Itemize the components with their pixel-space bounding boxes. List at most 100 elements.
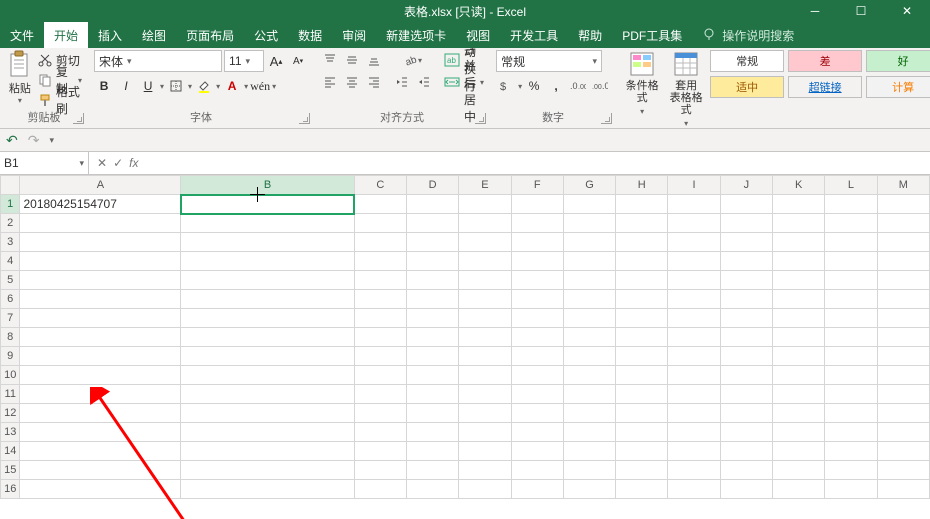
tab-数据[interactable]: 数据 <box>288 22 332 48</box>
accounting-icon[interactable]: $ <box>496 76 516 96</box>
cell-G13[interactable] <box>563 423 615 442</box>
cell-K8[interactable] <box>772 328 824 347</box>
cell-A2[interactable] <box>20 214 181 233</box>
cell-L4[interactable] <box>825 252 877 271</box>
col-header-J[interactable]: J <box>720 176 772 195</box>
tab-帮助[interactable]: 帮助 <box>568 22 612 48</box>
cell-J1[interactable] <box>720 195 772 214</box>
increase-decimal-icon[interactable]: .0.00 <box>568 76 588 96</box>
increase-indent-icon[interactable] <box>414 72 434 92</box>
cell-F13[interactable] <box>511 423 563 442</box>
col-header-H[interactable]: H <box>616 176 668 195</box>
cell-K5[interactable] <box>772 271 824 290</box>
cell-B14[interactable] <box>181 442 354 461</box>
cell-A9[interactable] <box>20 347 181 366</box>
cell-M14[interactable] <box>877 442 929 461</box>
cell-H11[interactable] <box>616 385 668 404</box>
cell-F12[interactable] <box>511 404 563 423</box>
row-header-11[interactable]: 11 <box>1 385 20 404</box>
col-header-L[interactable]: L <box>825 176 877 195</box>
undo-icon[interactable]: ↶ <box>6 132 18 149</box>
cell-A11[interactable] <box>20 385 181 404</box>
row-header-8[interactable]: 8 <box>1 328 20 347</box>
style-bad[interactable]: 差 <box>788 50 862 72</box>
tab-视图[interactable]: 视图 <box>456 22 500 48</box>
cell-M16[interactable] <box>877 480 929 499</box>
cell-M7[interactable] <box>877 309 929 328</box>
tab-公式[interactable]: 公式 <box>244 22 288 48</box>
cell-I12[interactable] <box>668 404 720 423</box>
formula-input[interactable] <box>146 152 930 174</box>
copy-icon[interactable] <box>38 73 52 87</box>
cell-C11[interactable] <box>354 385 406 404</box>
cell-H15[interactable] <box>616 461 668 480</box>
cell-H12[interactable] <box>616 404 668 423</box>
fx-icon[interactable]: fx <box>129 156 138 170</box>
fill-color-icon[interactable] <box>194 76 214 96</box>
font-name-combo[interactable]: 宋体▾ <box>94 50 222 72</box>
cell-L15[interactable] <box>825 461 877 480</box>
cell-I5[interactable] <box>668 271 720 290</box>
close-button[interactable]: ✕ <box>884 0 930 22</box>
cell-F7[interactable] <box>511 309 563 328</box>
cell-J13[interactable] <box>720 423 772 442</box>
cell-G2[interactable] <box>563 214 615 233</box>
cell-G7[interactable] <box>563 309 615 328</box>
cell-D6[interactable] <box>407 290 459 309</box>
cell-H8[interactable] <box>616 328 668 347</box>
cell-A3[interactable] <box>20 233 181 252</box>
style-calculation[interactable]: 计算 <box>866 76 930 98</box>
cell-B5[interactable] <box>181 271 354 290</box>
cell-F15[interactable] <box>511 461 563 480</box>
tab-页面布局[interactable]: 页面布局 <box>176 22 244 48</box>
align-middle-icon[interactable] <box>342 50 362 70</box>
cell-J8[interactable] <box>720 328 772 347</box>
cell-G11[interactable] <box>563 385 615 404</box>
col-header-C[interactable]: C <box>354 176 406 195</box>
cell-L13[interactable] <box>825 423 877 442</box>
cell-L3[interactable] <box>825 233 877 252</box>
cell-G14[interactable] <box>563 442 615 461</box>
cell-L14[interactable] <box>825 442 877 461</box>
cell-H5[interactable] <box>616 271 668 290</box>
format-painter-icon[interactable] <box>38 93 52 107</box>
col-header-I[interactable]: I <box>668 176 720 195</box>
cell-J16[interactable] <box>720 480 772 499</box>
cell-K3[interactable] <box>772 233 824 252</box>
cell-F6[interactable] <box>511 290 563 309</box>
cell-F3[interactable] <box>511 233 563 252</box>
cell-C16[interactable] <box>354 480 406 499</box>
tab-文件[interactable]: 文件 <box>0 22 44 48</box>
cell-F1[interactable] <box>511 195 563 214</box>
format-as-table-button[interactable]: 套用 表格格式▾ <box>666 50 706 129</box>
cell-I6[interactable] <box>668 290 720 309</box>
cell-C15[interactable] <box>354 461 406 480</box>
font-size-combo[interactable]: 11▾ <box>224 50 264 72</box>
cell-M5[interactable] <box>877 271 929 290</box>
cell-K6[interactable] <box>772 290 824 309</box>
cell-I4[interactable] <box>668 252 720 271</box>
cell-C14[interactable] <box>354 442 406 461</box>
cancel-formula-icon[interactable]: ✕ <box>97 156 107 170</box>
cell-E7[interactable] <box>459 309 511 328</box>
cell-M9[interactable] <box>877 347 929 366</box>
cell-G12[interactable] <box>563 404 615 423</box>
orientation-icon[interactable]: ab▾ <box>392 50 434 70</box>
qat-customize-icon[interactable]: ▾ <box>49 135 54 146</box>
cell-K7[interactable] <box>772 309 824 328</box>
cell-H10[interactable] <box>616 366 668 385</box>
cell-M6[interactable] <box>877 290 929 309</box>
cell-D3[interactable] <box>407 233 459 252</box>
cell-L6[interactable] <box>825 290 877 309</box>
cell-L2[interactable] <box>825 214 877 233</box>
cell-C5[interactable] <box>354 271 406 290</box>
cell-J4[interactable] <box>720 252 772 271</box>
row-header-6[interactable]: 6 <box>1 290 20 309</box>
cell-M8[interactable] <box>877 328 929 347</box>
style-hyperlink[interactable]: 超链接 <box>788 76 862 98</box>
col-header-E[interactable]: E <box>459 176 511 195</box>
cell-K13[interactable] <box>772 423 824 442</box>
dialog-launcher-icon[interactable] <box>475 113 486 124</box>
cell-D8[interactable] <box>407 328 459 347</box>
cell-L9[interactable] <box>825 347 877 366</box>
